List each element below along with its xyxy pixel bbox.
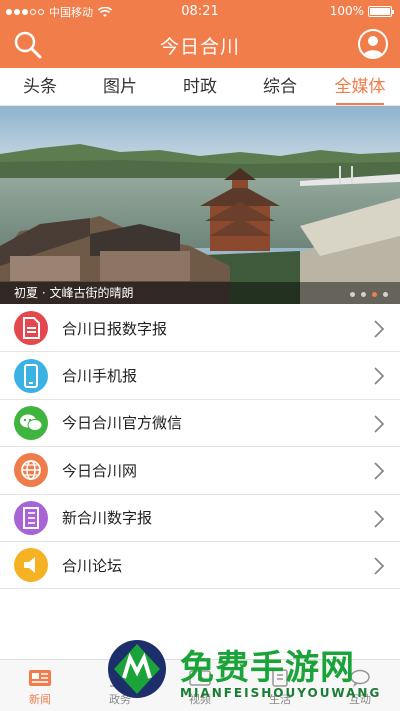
list-item-label: 今日合川官方微信 (62, 414, 183, 433)
list-item-label: 合川日报数字报 (62, 319, 168, 338)
banner-pagination (350, 292, 388, 297)
chevron-right-icon (374, 509, 385, 528)
newspaper-icon (14, 500, 48, 535)
chevron-right-icon (374, 320, 385, 338)
category-tabs: 头条 图片 时政 综合 全媒体 (0, 68, 400, 106)
speaker-icon (14, 548, 48, 583)
battery-fill (370, 7, 390, 15)
banner-dot-active[interactable] (372, 292, 377, 297)
chevron-right-icon (374, 557, 385, 575)
tab-politics[interactable]: 时政 (160, 68, 240, 105)
tab-headlines[interactable]: 头条 (0, 68, 80, 105)
banner-caption: 初夏 · 文峰古街的晴朗 (14, 286, 134, 300)
banner-dot[interactable] (383, 292, 388, 297)
tab-all-media[interactable]: 全媒体 (320, 68, 400, 105)
news-icon (29, 670, 51, 686)
media-list: 合川日报数字报 合川手机报 今日合川官方微信 今日合川网 新合川数字报 合川论坛 (0, 305, 400, 590)
app-header: 今日合川 (0, 22, 400, 68)
nav-label: 新闻 (29, 693, 51, 706)
site-watermark: 免费手游网 MIANFEISHOUYOUWANG (100, 630, 400, 711)
user-avatar-icon (363, 36, 383, 57)
tab-pictures[interactable]: 图片 (80, 68, 160, 105)
phone-icon (14, 358, 48, 393)
chevron-right-icon (374, 367, 385, 386)
list-item-forum[interactable]: 合川论坛 (0, 541, 400, 590)
list-item-label: 今日合川网 (62, 461, 138, 480)
document-icon (14, 311, 48, 346)
list-item-label: 合川手机报 (62, 367, 138, 386)
banner-dot[interactable] (361, 292, 366, 297)
list-item-website[interactable]: 今日合川网 (0, 447, 400, 495)
banner-carousel[interactable]: 初夏 · 文峰古街的晴朗 (0, 106, 400, 304)
battery-percent: 100% (329, 4, 364, 18)
list-item-wechat[interactable]: 今日合川官方微信 (0, 399, 400, 448)
chevron-right-icon (374, 462, 385, 480)
user-profile-button[interactable] (358, 29, 388, 59)
watermark-logo (108, 640, 166, 698)
list-item-label: 新合川数字报 (62, 509, 153, 528)
wechat-icon (14, 405, 48, 440)
list-item-label: 合川论坛 (62, 556, 123, 575)
banner-dot[interactable] (350, 292, 355, 297)
page-title: 今日合川 (159, 36, 240, 58)
tab-general[interactable]: 综合 (240, 68, 320, 105)
status-bar: 中国移动 08:21 100% (0, 0, 400, 22)
status-right: 100% (329, 4, 394, 18)
watermark-title: 免费手游网 (180, 648, 355, 688)
banner-image (0, 106, 400, 304)
globe-icon (14, 453, 48, 488)
list-item-hechuan-daily[interactable]: 合川日报数字报 (0, 305, 400, 353)
chevron-right-icon (374, 415, 385, 433)
battery-icon (368, 5, 394, 17)
nav-news[interactable]: 新闻 (0, 660, 80, 711)
list-item-new-digital[interactable]: 新合川数字报 (0, 494, 400, 542)
list-item-mobile-news[interactable]: 合川手机报 (0, 352, 400, 400)
watermark-subtitle: MIANFEISHOUYOUWANG (180, 686, 382, 700)
